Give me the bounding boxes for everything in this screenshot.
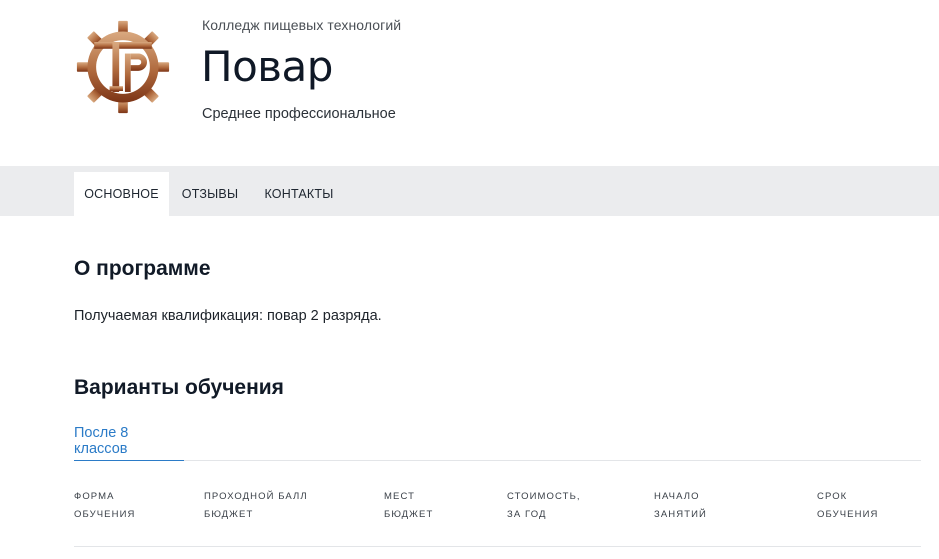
college-name[interactable]: Колледж пищевых технологий (202, 17, 401, 33)
page-title: Повар (201, 42, 333, 91)
column-header-form: ФОРМА ОБУЧЕНИЯ (74, 488, 135, 524)
divider (74, 460, 921, 461)
tab-main[interactable]: ОСНОВНОЕ (74, 172, 169, 216)
column-header-cost: СТОИМОСТЬ, ЗА ГОД (507, 488, 581, 524)
about-heading: О программе (74, 257, 211, 280)
column-header-line: ЗАНЯТИЙ (654, 509, 707, 520)
tab-contacts[interactable]: КОНТАКТЫ (257, 172, 341, 216)
column-header-line: ЗА ГОД (507, 509, 547, 520)
column-header-line: НАЧАЛО (654, 491, 700, 502)
column-header-line: ФОРМА (74, 491, 115, 502)
qualification-text: Получаемая квалификация: повар 2 разряда… (74, 308, 382, 324)
tab-bar: ОСНОВНОЕ ОТЗЫВЫ КОНТАКТЫ (0, 166, 939, 216)
column-header-line: ПРОХОДНОЙ БАЛЛ (204, 491, 308, 502)
variants-heading: Варианты обучения (74, 376, 284, 399)
page: Колледж пищевых технологий Повар Среднее… (0, 0, 939, 559)
column-header-places: МЕСТ БЮДЖЕТ (384, 488, 433, 524)
education-level: Среднее профессиональное (202, 106, 396, 122)
column-header-line: СРОК (817, 491, 848, 502)
column-header-line: СТОИМОСТЬ, (507, 491, 581, 502)
column-header-line: БЮДЖЕТ (204, 509, 254, 520)
column-header-duration: СРОК ОБУЧЕНИЯ (817, 488, 878, 524)
gear-logo-icon[interactable] (74, 19, 172, 115)
column-header-start: НАЧАЛО ЗАНЯТИЙ (654, 488, 707, 524)
subtab-after-8-grades[interactable]: После 8 классов (74, 425, 184, 460)
divider (74, 546, 921, 547)
column-header-line: БЮДЖЕТ (384, 509, 434, 520)
column-header-line: ОБУЧЕНИЯ (817, 509, 879, 520)
tab-reviews[interactable]: ОТЗЫВЫ (174, 172, 246, 216)
column-header-passing-score: ПРОХОДНОЙ БАЛЛ БЮДЖЕТ (204, 488, 308, 524)
column-header-line: МЕСТ (384, 491, 415, 502)
program-header: Колледж пищевых технологий Повар Среднее… (0, 0, 939, 166)
column-header-line: ОБУЧЕНИЯ (74, 509, 136, 520)
active-subtab-indicator (74, 460, 184, 461)
